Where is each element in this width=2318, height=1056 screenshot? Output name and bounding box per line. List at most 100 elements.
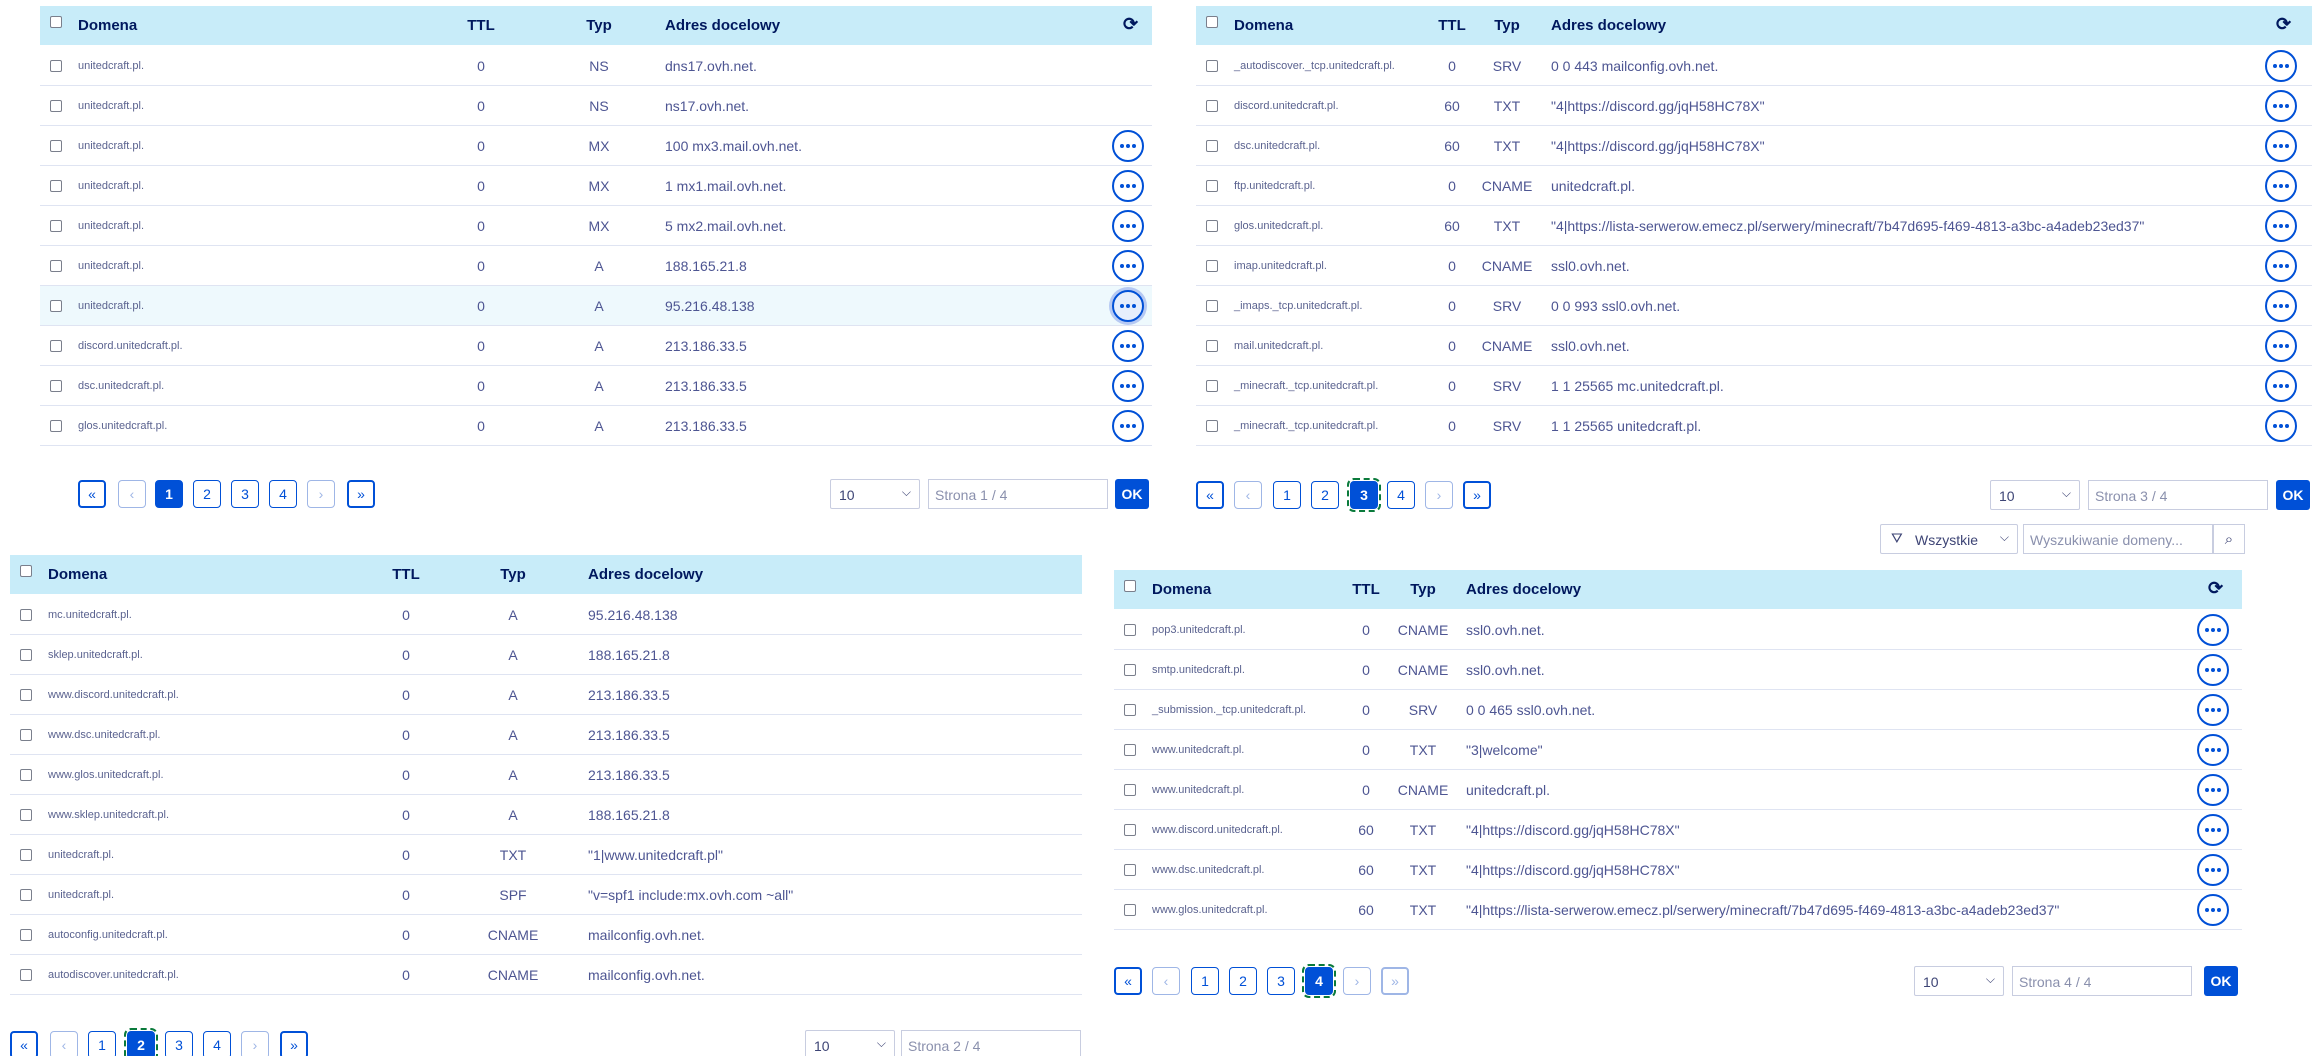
row-checkbox[interactable] [1124,704,1136,716]
table-row[interactable]: glos.unitedcraft.pl. 60 TXT "4|https://list… [1196,206,2312,246]
row-checkbox[interactable] [50,100,62,112]
row-checkbox[interactable] [1206,340,1218,352]
table-row[interactable]: imap.unitedcraft.pl. 0 CNAME ssl0.ovh.net. [1196,246,2312,286]
page-1-button[interactable]: 1 [155,480,183,508]
row-actions-button[interactable] [2265,250,2297,282]
go-to-page-button[interactable]: OK [2204,966,2238,996]
row-checkbox[interactable] [20,849,32,861]
row-checkbox[interactable] [1206,380,1218,392]
last-page-button[interactable]: » [1381,967,1409,995]
row-checkbox[interactable] [20,689,32,701]
table-row[interactable]: www.unitedcraft.pl. 0 CNAME unitedcraft.pl. [1114,770,2242,810]
page-4-button[interactable]: 4 [269,480,297,508]
table-row[interactable]: autoconfig.unitedcraft.pl. 0 CNAME mailconf… [10,915,1082,955]
row-actions-button[interactable] [2265,290,2297,322]
page-3-button[interactable]: 3 [165,1031,193,1056]
row-actions-button[interactable] [1112,330,1144,362]
table-row[interactable]: www.discord.unitedcraft.pl. 0 A 213.186.33.… [10,675,1082,715]
row-checkbox[interactable] [1124,744,1136,756]
row-actions-button[interactable] [1112,130,1144,162]
col-domain[interactable]: Domena [78,17,137,34]
table-row[interactable]: unitedcraft.pl. 0 TXT "1|www.unitedcraft.pl… [10,835,1082,875]
col-type[interactable]: Typ [1410,581,1436,598]
first-page-button[interactable]: « [10,1031,38,1056]
row-checkbox[interactable] [1206,260,1218,272]
next-page-button[interactable]: › [307,480,335,508]
row-actions-button[interactable] [2265,370,2297,402]
row-checkbox[interactable] [50,60,62,72]
row-actions-button[interactable] [2197,774,2229,806]
last-page-button[interactable]: » [280,1031,308,1056]
table-row[interactable]: unitedcraft.pl. 0 NS ns17.ovh.net. [40,86,1152,126]
table-row[interactable]: unitedcraft.pl. 0 MX 1 mx1.mail.ovh.net. [40,166,1152,206]
col-target[interactable]: Adres docelowy [588,566,703,583]
select-all-checkbox[interactable] [50,16,62,28]
row-checkbox[interactable] [1206,220,1218,232]
row-actions-button[interactable] [2265,130,2297,162]
table-row[interactable]: discord.unitedcraft.pl. 0 A 213.186.33.5 [40,326,1152,366]
page-number-input[interactable]: Strona 2 / 4 [901,1030,1081,1056]
table-row[interactable]: _minecraft._tcp.unitedcraft.pl. 0 SRV 1 1 2… [1196,366,2312,406]
row-checkbox[interactable] [20,649,32,661]
row-checkbox[interactable] [20,769,32,781]
row-actions-button[interactable] [1112,370,1144,402]
row-checkbox[interactable] [1124,824,1136,836]
row-actions-button[interactable] [1112,250,1144,282]
row-checkbox[interactable] [1206,100,1218,112]
row-actions-button[interactable] [2197,694,2229,726]
select-all-checkbox[interactable] [1124,580,1136,592]
col-type[interactable]: Typ [500,566,526,583]
row-actions-button[interactable] [2197,654,2229,686]
row-checkbox[interactable] [1206,300,1218,312]
col-target[interactable]: Adres docelowy [665,17,780,34]
select-all-checkbox[interactable] [1206,16,1218,28]
col-type[interactable]: Typ [586,17,612,34]
page-2-button[interactable]: 2 [1229,967,1257,995]
page-1-button[interactable]: 1 [88,1031,116,1056]
table-row[interactable]: www.glos.unitedcraft.pl. 60 TXT "4|https://… [1114,890,2242,930]
page-2-button[interactable]: 2 [1311,481,1339,509]
row-actions-button[interactable] [1112,410,1144,442]
table-row[interactable]: discord.unitedcraft.pl. 60 TXT "4|https://d… [1196,86,2312,126]
row-checkbox[interactable] [20,929,32,941]
row-actions-button[interactable] [2265,170,2297,202]
row-actions-button[interactable] [1112,290,1144,322]
prev-page-button[interactable]: ‹ [50,1031,78,1056]
page-1-button[interactable]: 1 [1191,967,1219,995]
table-row[interactable]: www.unitedcraft.pl. 0 TXT "3|welcome" [1114,730,2242,770]
table-row[interactable]: glos.unitedcraft.pl. 0 A 213.186.33.5 [40,406,1152,446]
col-ttl[interactable]: TTL [467,17,495,34]
page-1-button[interactable]: 1 [1273,481,1301,509]
table-row[interactable]: _imaps._tcp.unitedcraft.pl. 0 SRV 0 0 993 s… [1196,286,2312,326]
table-row[interactable]: unitedcraft.pl. 0 A 95.216.48.138 [40,286,1152,326]
first-page-button[interactable]: « [78,480,106,508]
row-checkbox[interactable] [20,969,32,981]
row-checkbox[interactable] [50,220,62,232]
table-row[interactable]: www.glos.unitedcraft.pl. 0 A 213.186.33.5 [10,755,1082,795]
table-row[interactable]: _submission._tcp.unitedcraft.pl. 0 SRV 0 0 … [1114,690,2242,730]
col-domain[interactable]: Domena [1234,17,1293,34]
prev-page-button[interactable]: ‹ [118,480,146,508]
row-actions-button[interactable] [2265,90,2297,122]
table-row[interactable]: www.sklep.unitedcraft.pl. 0 A 188.165.21.8 [10,795,1082,835]
col-type[interactable]: Typ [1494,17,1520,34]
go-to-page-button[interactable]: OK [1115,479,1149,509]
table-row[interactable]: mail.unitedcraft.pl. 0 CNAME ssl0.ovh.net. [1196,326,2312,366]
per-page-select[interactable]: 10 ⌵ [805,1030,895,1056]
per-page-select[interactable]: 10 ⌵ [1990,480,2080,510]
table-row[interactable]: www.dsc.unitedcraft.pl. 0 A 213.186.33.5 [10,715,1082,755]
table-row[interactable]: unitedcraft.pl. 0 MX 5 mx2.mail.ovh.net. [40,206,1152,246]
col-ttl[interactable]: TTL [392,566,420,583]
col-target[interactable]: Adres docelowy [1551,17,1666,34]
table-row[interactable]: dsc.unitedcraft.pl. 60 TXT "4|https://disco… [1196,126,2312,166]
table-row[interactable]: www.discord.unitedcraft.pl. 60 TXT "4|https… [1114,810,2242,850]
search-button[interactable]: ⌕ [2213,524,2245,554]
page-number-input[interactable]: Strona 3 / 4 [2088,480,2268,510]
page-number-input[interactable]: Strona 4 / 4 [2012,966,2192,996]
row-checkbox[interactable] [1206,60,1218,72]
page-4-button[interactable]: 4 [1302,964,1336,998]
table-row[interactable]: unitedcraft.pl. 0 NS dns17.ovh.net. [40,46,1152,86]
refresh-icon[interactable]: ⟳ [2276,14,2291,35]
last-page-button[interactable]: » [1463,481,1491,509]
row-actions-button[interactable] [2197,814,2229,846]
